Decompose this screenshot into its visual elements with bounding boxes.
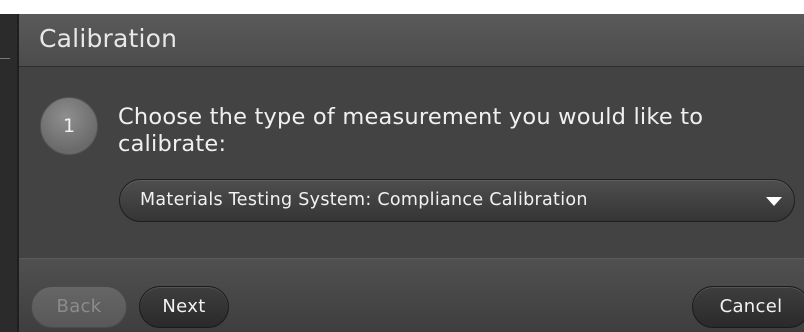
step-number-badge: 1	[40, 97, 98, 155]
next-button[interactable]: Next	[139, 286, 229, 328]
screen: Calibration 1 Choose the type of measure…	[0, 0, 804, 332]
dialog-title: Calibration	[39, 24, 178, 53]
dialog-titlebar: Calibration	[19, 14, 804, 67]
frame-edge-mark	[0, 58, 10, 59]
calibration-dialog: Calibration 1 Choose the type of measure…	[17, 14, 804, 332]
back-button[interactable]: Back	[31, 286, 127, 328]
chevron-down-icon	[766, 197, 782, 206]
measurement-type-select[interactable]: Materials Testing System: Compliance Cal…	[119, 179, 795, 222]
step-question: Choose the type of measurement you would…	[118, 104, 704, 157]
dialog-footer: Back Next Cancel	[19, 258, 804, 332]
measurement-type-value: Materials Testing System: Compliance Cal…	[140, 190, 588, 210]
cancel-button[interactable]: Cancel	[692, 286, 804, 328]
